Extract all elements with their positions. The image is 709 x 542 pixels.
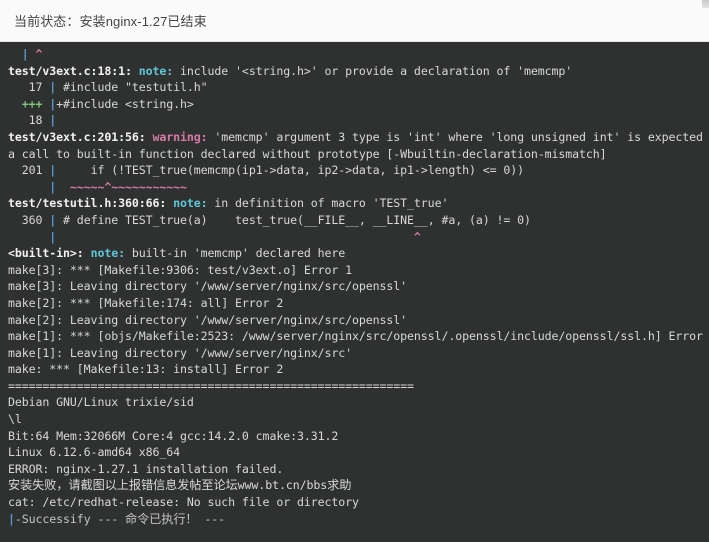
terminal-line: 18 | bbox=[8, 112, 703, 129]
terminal-text-segment: note: bbox=[90, 246, 132, 261]
terminal-text-segment: # define TEST_true(a) test_true(__FILE__… bbox=[56, 212, 531, 227]
terminal-text-segment: <built-in>: bbox=[8, 246, 91, 261]
terminal-text-segment: make[2]: *** [Makefile:174: all] Error 2 bbox=[8, 295, 284, 310]
terminal-text-segment: --- bbox=[197, 511, 226, 526]
terminal-text-segment: built-in 'memcmp' declared here bbox=[131, 246, 346, 261]
terminal-text-segment: Debian GNU/Linux trixie/sid bbox=[8, 395, 194, 410]
terminal-line: make[3]: *** [Makefile:9306: test/v3ext.… bbox=[8, 262, 703, 279]
terminal-text-segment: +#include <string.h> bbox=[56, 96, 194, 111]
terminal-text-segment: warning: bbox=[152, 129, 215, 144]
terminal-line: test/v3ext.c:18:1: note: include '<strin… bbox=[8, 63, 703, 80]
terminal-text-segment: ERROR: nginx-1.27.1 installation failed. bbox=[8, 461, 284, 476]
terminal-output-panel[interactable]: | ^ test/v3ext.c:18:1: note: include '<st… bbox=[0, 42, 709, 542]
terminal-line: |-Successify --- 命令已执行！ --- bbox=[8, 511, 703, 528]
terminal-text-segment: 求助 bbox=[327, 478, 352, 493]
terminal-text-segment: 命令已执行！ bbox=[124, 511, 198, 526]
current-status-text: 当前状态：安装nginx-1.27已结束 bbox=[14, 14, 207, 29]
terminal-line: Linux 6.12.6-amd64 x86_64 bbox=[8, 444, 703, 461]
terminal-text-segment: 17 bbox=[8, 80, 50, 95]
terminal-line: make[1]: Leaving directory '/www/server/… bbox=[8, 345, 703, 362]
terminal-line: Debian GNU/Linux trixie/sid bbox=[8, 394, 703, 411]
terminal-text-segment: cat: /etc/redhat-release: No such file o… bbox=[8, 495, 359, 510]
terminal-text-segment: make[3]: Leaving directory '/www/server/… bbox=[8, 279, 408, 294]
terminal-text-segment: 'memcmp' argument 3 type is 'int' where … bbox=[214, 129, 709, 144]
terminal-text-segment: | bbox=[49, 113, 57, 128]
terminal-line: test/testutil.h:360:66: note: in definit… bbox=[8, 195, 703, 212]
terminal-text-segment: ~~~~~^~~~~~~~~~~~ bbox=[56, 179, 187, 194]
terminal-line: | ~~~~~^~~~~~~~~~~~ bbox=[8, 179, 703, 196]
terminal-text-segment: ^ bbox=[56, 229, 421, 244]
terminal-text-segment: if (!TEST_true(memcmp(ip1->data, ip2->da… bbox=[56, 163, 525, 178]
terminal-text-segment: ^ bbox=[28, 47, 43, 61]
terminal-text-segment: 201 bbox=[8, 163, 50, 178]
terminal-text-segment: \l bbox=[8, 412, 22, 427]
terminal-text-segment: +++ bbox=[8, 96, 50, 111]
terminal-text-segment: in definition of macro 'TEST_true' bbox=[214, 196, 449, 211]
terminal-line: 360 | # define TEST_true(a) test_true(__… bbox=[8, 212, 703, 229]
terminal-text-segment: make[1]: Leaving directory '/www/server/… bbox=[8, 345, 353, 360]
terminal-text-segment: include '<string.h>' or provide a declar… bbox=[180, 63, 573, 78]
terminal-line: | ^ bbox=[8, 46, 703, 63]
terminal-text-segment: -Successify --- bbox=[14, 511, 125, 526]
status-header-bar: 当前状态：安装nginx-1.27已结束 bbox=[0, 0, 709, 42]
terminal-text-segment: Linux 6.12.6-amd64 x86_64 bbox=[8, 445, 181, 460]
terminal-line-list: | ^ test/v3ext.c:18:1: note: include '<st… bbox=[0, 46, 709, 527]
terminal-line: make[1]: *** [objs/Makefile:2523: /www/s… bbox=[8, 328, 703, 345]
terminal-text-segment: make[1]: *** [objs/Makefile:2523: /www/s… bbox=[8, 329, 709, 344]
terminal-text-segment: note: bbox=[138, 63, 181, 78]
terminal-text-segment: test/testutil.h:360:66: bbox=[8, 196, 174, 211]
terminal-line: 安装失败，请截图以上报错信息发帖至论坛www.bt.cn/bbs求助 bbox=[8, 477, 703, 494]
terminal-line: ========================================… bbox=[8, 378, 703, 395]
terminal-text-segment: note: bbox=[173, 196, 215, 211]
vertical-scrollbar-nub[interactable] bbox=[702, 0, 709, 8]
terminal-text-segment: | bbox=[21, 47, 29, 61]
terminal-line: ERROR: nginx-1.27.1 installation failed. bbox=[8, 461, 703, 478]
terminal-text-segment: #include "testutil.h" bbox=[56, 80, 208, 95]
terminal-line: +++ |+#include <string.h> bbox=[8, 96, 703, 113]
terminal-text-segment: 安装失败，请截图以上报错信息发帖至论坛 bbox=[8, 478, 238, 493]
terminal-text-segment: test/v3ext.c:201:56: bbox=[8, 129, 153, 144]
terminal-line: make[3]: Leaving directory '/www/server/… bbox=[8, 278, 703, 295]
terminal-line: <built-in>: note: built-in 'memcmp' decl… bbox=[8, 245, 703, 262]
terminal-text-segment: make: *** [Makefile:13: install] Error 2 bbox=[8, 362, 284, 377]
install-log-window: 当前状态：安装nginx-1.27已结束 | ^ test/v3ext.c:18:… bbox=[0, 0, 709, 542]
terminal-text-segment: a call to built-in function declared wit… bbox=[8, 146, 607, 161]
terminal-text-segment: 18 bbox=[8, 113, 50, 128]
terminal-text-segment: test/v3ext.c:18:1: bbox=[8, 63, 139, 78]
terminal-line: | ^ bbox=[8, 229, 703, 246]
terminal-line: test/v3ext.c:201:56: warning: 'memcmp' a… bbox=[8, 129, 703, 146]
terminal-text-segment: | bbox=[8, 511, 15, 526]
terminal-text-segment: Bit:64 Mem:32066M Core:4 gcc:14.2.0 cmak… bbox=[8, 428, 339, 443]
terminal-line: cat: /etc/redhat-release: No such file o… bbox=[8, 494, 703, 511]
terminal-text-segment: make[3]: *** [Makefile:9306: test/v3ext.… bbox=[8, 262, 353, 277]
terminal-text-segment: make[2]: Leaving directory '/www/server/… bbox=[8, 312, 408, 327]
terminal-line: \l bbox=[8, 411, 703, 428]
terminal-line: make[2]: *** [Makefile:174: all] Error 2 bbox=[8, 295, 703, 312]
terminal-text-segment: www.bt.cn/bbs bbox=[237, 478, 328, 493]
terminal-line: 17 | #include "testutil.h" bbox=[8, 79, 703, 96]
terminal-line: a call to built-in function declared wit… bbox=[8, 146, 703, 163]
terminal-line: make: *** [Makefile:13: install] Error 2 bbox=[8, 361, 703, 378]
terminal-line: make[2]: Leaving directory '/www/server/… bbox=[8, 312, 703, 329]
terminal-line: 201 | if (!TEST_true(memcmp(ip1->data, i… bbox=[8, 162, 703, 179]
terminal-text-segment: 360 bbox=[8, 212, 50, 227]
terminal-text-segment: ========================================… bbox=[8, 378, 414, 393]
terminal-line: Bit:64 Mem:32066M Core:4 gcc:14.2.0 cmak… bbox=[8, 428, 703, 445]
